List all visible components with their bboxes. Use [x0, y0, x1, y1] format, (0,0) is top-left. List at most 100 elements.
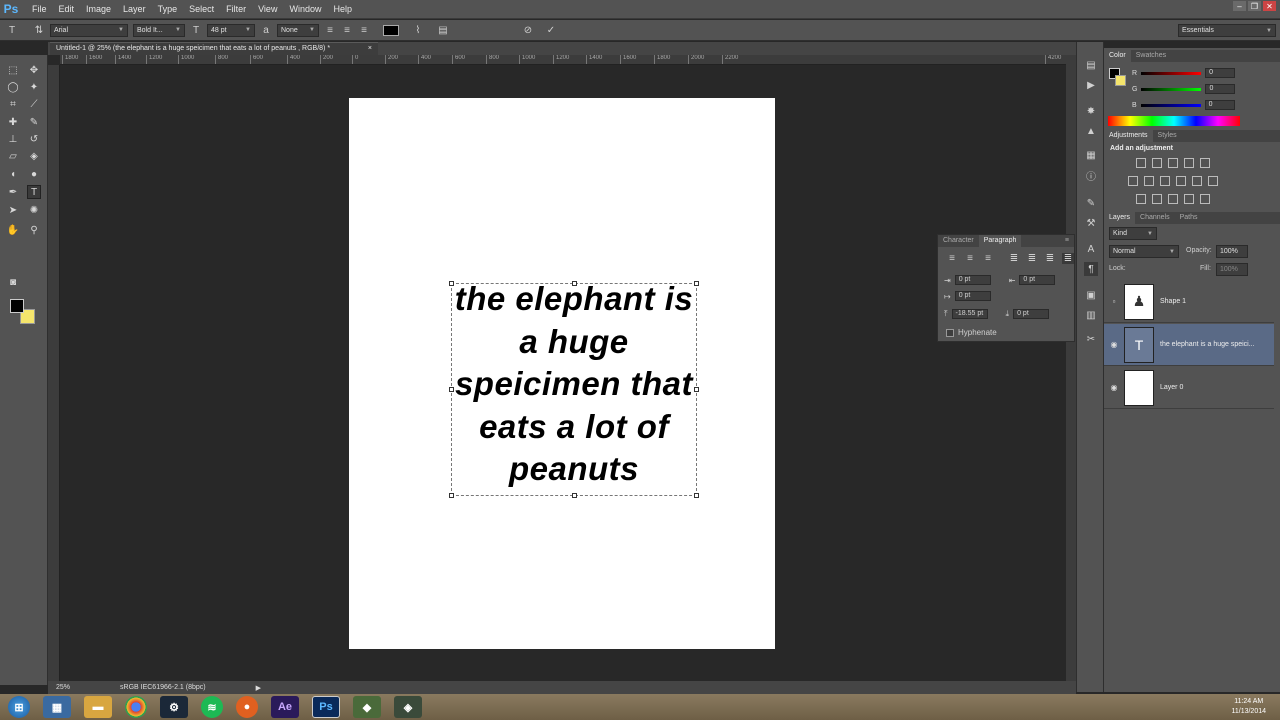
- transform-handle[interactable]: [694, 281, 699, 286]
- align-left-icon[interactable]: ≡: [324, 25, 336, 36]
- font-size-select[interactable]: 48 pt ▼: [207, 23, 255, 37]
- tab-channels[interactable]: Channels: [1135, 212, 1175, 224]
- pen-tool-icon[interactable]: ✒: [6, 185, 20, 199]
- notes-icon[interactable]: ▥: [1084, 308, 1098, 322]
- tab-layers[interactable]: Layers: [1104, 212, 1136, 224]
- zoom-tool-icon[interactable]: ⚲: [27, 223, 41, 237]
- indent-right-input[interactable]: 0 pt: [1019, 275, 1056, 285]
- justify-all-icon[interactable]: ≣: [1062, 253, 1074, 264]
- vertical-scrollbar[interactable]: [1066, 55, 1076, 681]
- marquee-tool-icon[interactable]: ⬚: [6, 63, 20, 77]
- color-spectrum[interactable]: [1108, 116, 1240, 126]
- exposure-icon[interactable]: [1184, 158, 1194, 168]
- spotify-taskbar-icon[interactable]: ≋: [201, 696, 223, 718]
- clone-stamp-tool-icon[interactable]: ⊥: [6, 132, 20, 146]
- transform-handle[interactable]: [694, 387, 699, 392]
- align-center-icon[interactable]: ≡: [964, 253, 976, 264]
- hyphenate-checkbox[interactable]: [946, 328, 954, 337]
- crop-tool-icon[interactable]: ⌗: [6, 97, 20, 111]
- path-selection-tool-icon[interactable]: ➤: [6, 203, 20, 217]
- justify-last-right-icon[interactable]: ≣: [1044, 253, 1056, 264]
- tab-paragraph[interactable]: Paragraph: [978, 235, 1022, 247]
- chrome-taskbar-icon[interactable]: [125, 696, 147, 718]
- character-icon[interactable]: A: [1084, 242, 1098, 256]
- menu-view[interactable]: View: [254, 4, 285, 14]
- eraser-tool-icon[interactable]: ▱: [6, 149, 20, 163]
- channel-mixer-icon[interactable]: [1192, 176, 1202, 186]
- text-layer-content[interactable]: the elephant is a huge speicimen that ea…: [452, 278, 696, 491]
- tab-styles[interactable]: Styles: [1153, 130, 1182, 142]
- selective-color-icon[interactable]: [1200, 194, 1210, 204]
- history-brush-tool-icon[interactable]: ↺: [27, 132, 41, 146]
- transform-handle[interactable]: [572, 493, 577, 498]
- menu-filter[interactable]: Filter: [222, 4, 254, 14]
- threshold-icon[interactable]: [1168, 194, 1178, 204]
- visibility-eye-icon[interactable]: ◉: [1104, 383, 1124, 392]
- panel-menu-icon[interactable]: ≡: [1060, 235, 1074, 247]
- menu-file[interactable]: File: [28, 4, 55, 14]
- color-background-swatch[interactable]: [1115, 75, 1126, 86]
- hand-tool-icon[interactable]: ✋: [6, 223, 20, 237]
- dodge-tool-icon[interactable]: ●: [27, 167, 41, 181]
- green-slider[interactable]: [1141, 87, 1202, 91]
- vibrance-icon[interactable]: [1200, 158, 1210, 168]
- photo-filter-icon[interactable]: [1176, 176, 1186, 186]
- history-icon[interactable]: ▤: [1084, 58, 1098, 72]
- blur-tool-icon[interactable]: ◖: [6, 167, 20, 181]
- lasso-tool-icon[interactable]: ◯: [6, 80, 20, 94]
- color-lookup-icon[interactable]: [1208, 176, 1218, 186]
- color-balance-icon[interactable]: [1144, 176, 1154, 186]
- transform-handle[interactable]: [694, 493, 699, 498]
- type-tool-icon[interactable]: T: [27, 185, 41, 199]
- histogram-icon[interactable]: ▲: [1084, 124, 1098, 138]
- align-left-icon[interactable]: ≡: [946, 253, 958, 264]
- magic-wand-tool-icon[interactable]: ✦: [27, 80, 41, 94]
- origin-taskbar-icon[interactable]: ●: [236, 696, 258, 718]
- justify-last-left-icon[interactable]: ≣: [1008, 253, 1020, 264]
- transform-handle[interactable]: [449, 493, 454, 498]
- justify-last-center-icon[interactable]: ≣: [1026, 253, 1038, 264]
- menu-type[interactable]: Type: [154, 4, 186, 14]
- green-value[interactable]: 0: [1205, 84, 1236, 94]
- custom-shape-tool-icon[interactable]: ✺: [27, 203, 41, 217]
- paragraph-icon[interactable]: ¶: [1084, 262, 1098, 276]
- layer-filter-kind[interactable]: Kind ▼: [1109, 227, 1157, 240]
- move-tool-icon[interactable]: ✥: [27, 63, 41, 77]
- red-slider[interactable]: [1141, 71, 1202, 75]
- menu-edit[interactable]: Edit: [55, 4, 83, 14]
- align-center-icon[interactable]: ≡: [341, 25, 353, 36]
- warp-text-icon[interactable]: ⌇: [412, 25, 424, 36]
- steam-taskbar-icon[interactable]: ⚙: [160, 696, 188, 718]
- layer-row-shape-1[interactable]: ▫ ♟ Shape 1: [1104, 281, 1274, 323]
- quick-mask-icon[interactable]: ◙: [6, 275, 20, 289]
- toggle-panels-icon[interactable]: ▤: [437, 25, 449, 36]
- menu-layer[interactable]: Layer: [119, 4, 154, 14]
- start-button-icon[interactable]: ⊞: [8, 696, 30, 718]
- menu-select[interactable]: Select: [185, 4, 222, 14]
- transform-handle[interactable]: [449, 387, 454, 392]
- menu-window[interactable]: Window: [285, 4, 329, 14]
- black-white-icon[interactable]: [1160, 176, 1170, 186]
- red-value[interactable]: 0: [1205, 68, 1236, 78]
- tab-character[interactable]: Character: [938, 235, 979, 247]
- navigator-icon[interactable]: ✸: [1084, 104, 1098, 118]
- brightness-icon[interactable]: [1136, 158, 1146, 168]
- brush-tool-icon[interactable]: ✎: [27, 115, 41, 129]
- layer-row-layer-0[interactable]: ◉ Layer 0: [1104, 367, 1274, 409]
- foreground-color-swatch[interactable]: [10, 299, 24, 313]
- paint-bucket-tool-icon[interactable]: ◈: [27, 149, 41, 163]
- opacity-input[interactable]: 100%: [1216, 245, 1248, 258]
- properties-icon[interactable]: ▣: [1084, 288, 1098, 302]
- blend-mode-select[interactable]: Normal ▼: [1109, 245, 1179, 258]
- commit-icon[interactable]: ✓: [545, 25, 557, 36]
- close-tab-icon[interactable]: ×: [368, 45, 372, 53]
- menu-image[interactable]: Image: [82, 4, 119, 14]
- close-icon[interactable]: ✕: [1263, 1, 1276, 11]
- align-right-icon[interactable]: ≡: [982, 253, 994, 264]
- blue-value[interactable]: 0: [1204, 100, 1235, 110]
- anti-alias-select[interactable]: None ▼: [277, 23, 319, 37]
- gradient-map-icon[interactable]: [1184, 194, 1194, 204]
- photoshop-taskbar-icon[interactable]: Ps: [312, 696, 340, 718]
- app2-taskbar-icon[interactable]: ◈: [394, 696, 422, 718]
- align-right-icon[interactable]: ≡: [358, 25, 370, 36]
